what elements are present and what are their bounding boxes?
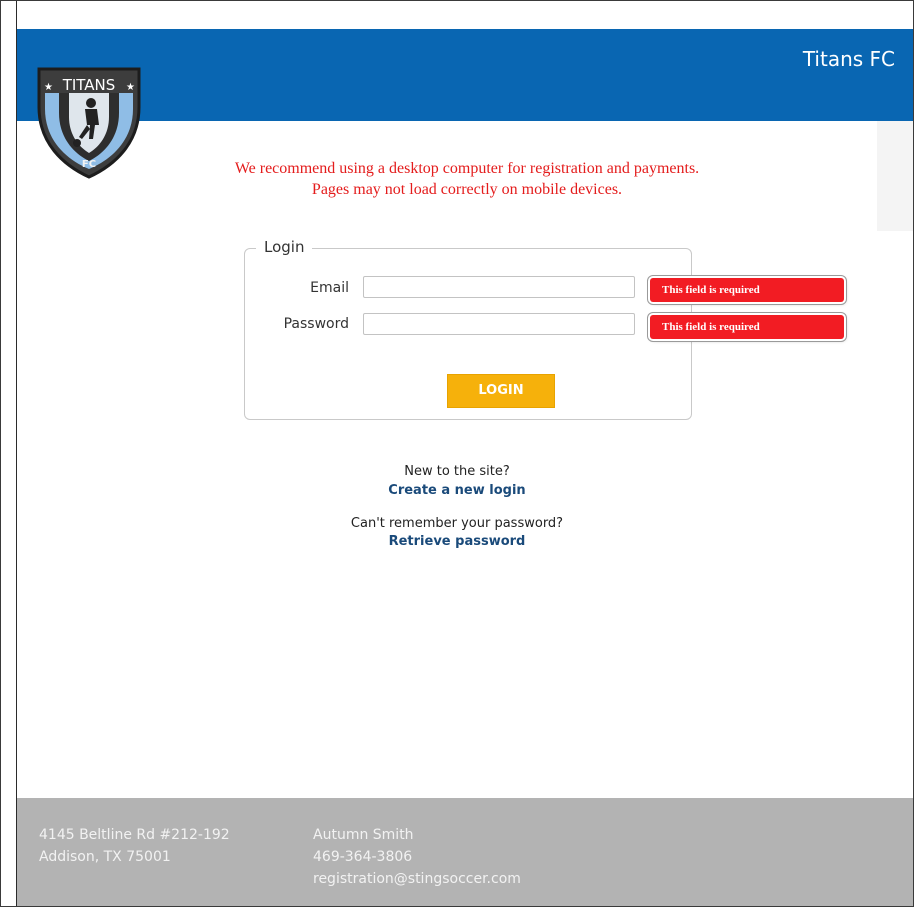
new-user-prompt: New to the site? <box>404 464 510 479</box>
login-button[interactable]: LOGIN <box>447 374 555 408</box>
password-label: Password <box>283 316 349 332</box>
footer-address-line2: Addison, TX 75001 <box>39 849 171 865</box>
svg-text:★: ★ <box>44 82 53 93</box>
password-error-tooltip: This field is required <box>650 315 844 339</box>
forgot-password-prompt: Can't remember your password? <box>350 516 564 531</box>
site-title: Titans FC <box>802 47 895 71</box>
footer-contact-phone: 469-364-3806 <box>313 849 413 865</box>
logo-wordmark: TITANS <box>62 76 116 94</box>
login-legend: Login <box>256 238 313 256</box>
email-label: Email <box>310 280 349 296</box>
browser-viewport: Titans FC TITANS ★ ★ FC We recommend usi… <box>0 0 914 907</box>
titans-fc-shield-icon[interactable]: TITANS ★ ★ FC <box>35 63 143 181</box>
logo-graphic: TITANS ★ ★ FC <box>37 67 141 179</box>
email-error-tooltip: This field is required <box>650 278 844 302</box>
password-field[interactable] <box>363 313 635 335</box>
mobile-warning-notice: We recommend using a desktop computer fo… <box>234 160 700 198</box>
svg-text:★: ★ <box>126 82 135 93</box>
email-field[interactable] <box>363 276 635 298</box>
footer-contact-email[interactable]: registration@stingsoccer.com <box>313 871 521 887</box>
footer-address-line1: 4145 Beltline Rd #212-192 <box>39 827 230 843</box>
create-login-link[interactable]: Create a new login <box>257 483 657 498</box>
footer-contact-name: Autumn Smith <box>313 827 414 843</box>
header-bar <box>17 29 913 121</box>
retrieve-password-link[interactable]: Retrieve password <box>257 534 657 549</box>
logo-fc-text: FC <box>82 159 96 170</box>
